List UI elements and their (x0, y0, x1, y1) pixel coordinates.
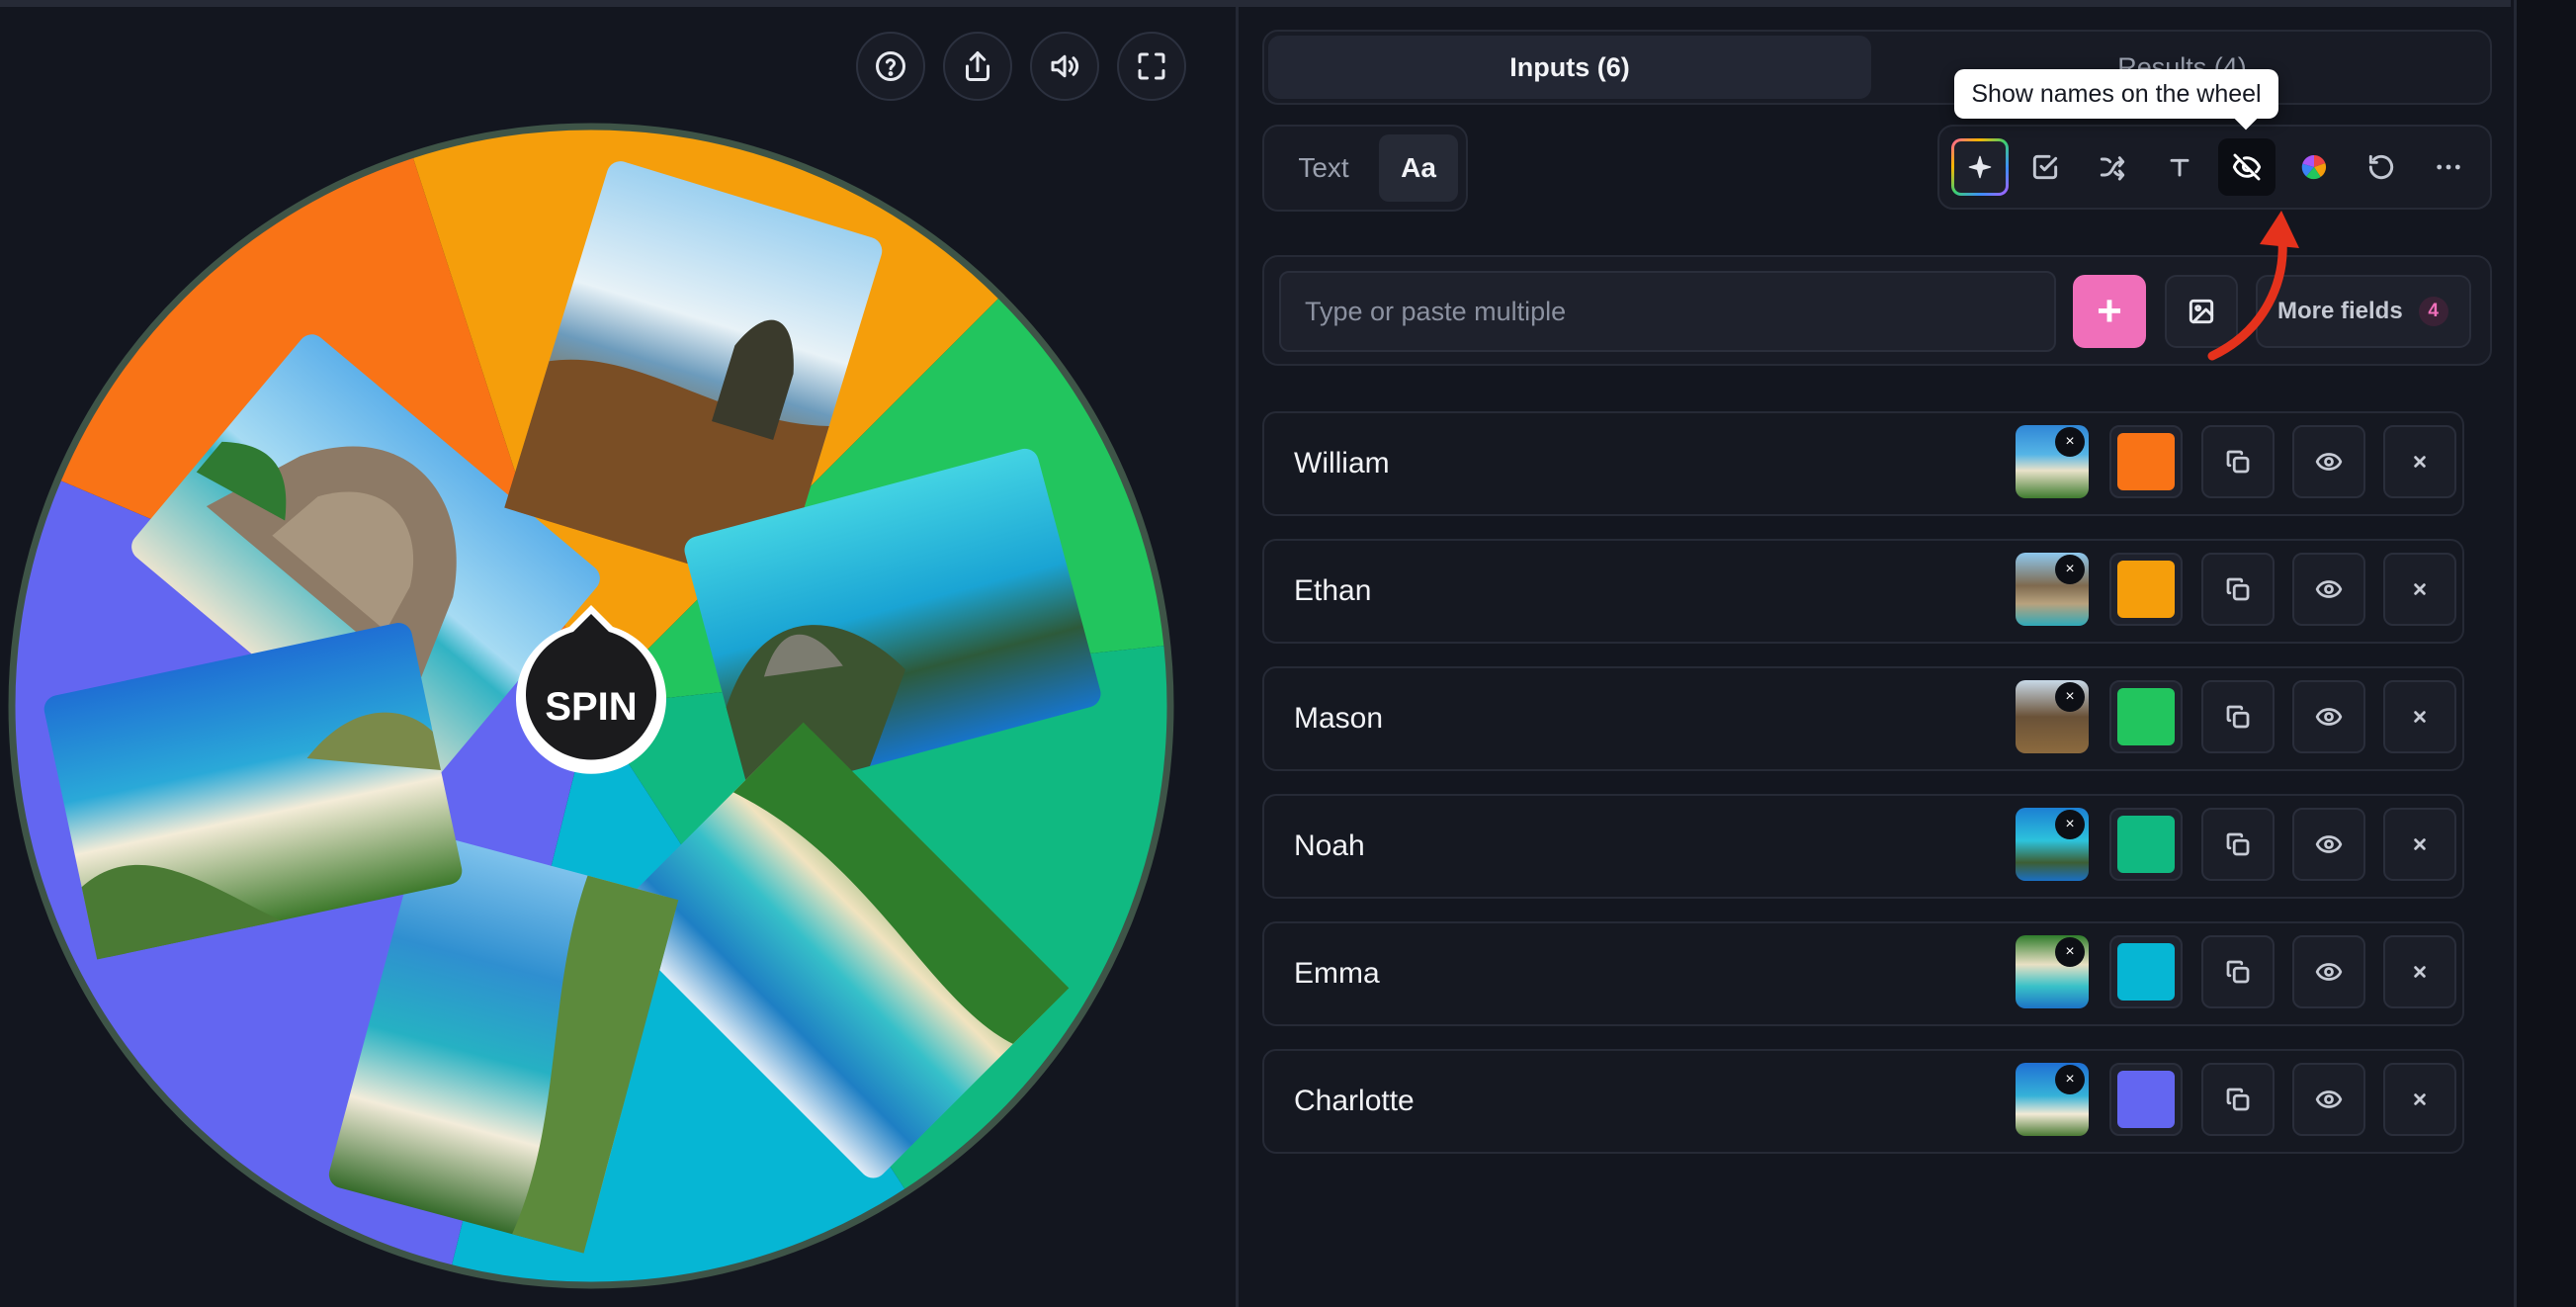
annotation-arrow (2207, 211, 2299, 361)
entry-name[interactable]: Noah (1294, 796, 1365, 897)
help-button[interactable] (856, 32, 925, 101)
add-button[interactable]: + (2073, 275, 2146, 348)
entry-color-swatch[interactable] (2109, 935, 2183, 1008)
entry-row: Ethan × (1262, 539, 2464, 644)
eye-icon (2315, 580, 2343, 598)
entry-name[interactable]: Emma (1294, 923, 1380, 1024)
close-icon (2414, 966, 2426, 978)
toggle-names-button[interactable] (2218, 138, 2275, 196)
remove-image-button[interactable]: × (2055, 1065, 2085, 1094)
entry-name[interactable]: Ethan (1294, 541, 1371, 642)
toggle-visibility-button[interactable] (2292, 425, 2365, 498)
fullscreen-button[interactable] (1117, 32, 1186, 101)
entry-color-swatch[interactable] (2109, 425, 2183, 498)
eye-icon (2315, 1090, 2343, 1108)
close-icon (2414, 838, 2426, 850)
entry-row: William × (1262, 411, 2464, 516)
tooltip: Show names on the wheel (1954, 69, 2278, 119)
toggle-visibility-button[interactable] (2292, 553, 2365, 626)
entry-name[interactable]: Charlotte (1294, 1051, 1415, 1152)
sound-button[interactable] (1030, 32, 1099, 101)
delete-entry-button[interactable] (2383, 935, 2456, 1008)
entry-input[interactable] (1279, 271, 2056, 352)
duplicate-button[interactable] (2201, 935, 2275, 1008)
share-icon (966, 51, 989, 81)
text-icon (2170, 158, 2190, 177)
text-mode-text[interactable]: Text (1275, 134, 1372, 202)
text-style-button[interactable] (2151, 138, 2208, 196)
close-icon (2414, 583, 2426, 595)
duplicate-button[interactable] (2201, 553, 2275, 626)
entry-row: Charlotte × (1262, 1049, 2464, 1154)
fullscreen-icon (1138, 52, 1165, 80)
delete-entry-button[interactable] (2383, 1063, 2456, 1136)
remove-image-button[interactable]: × (2055, 427, 2085, 457)
eye-off-icon (2232, 153, 2262, 181)
share-button[interactable] (943, 32, 1012, 101)
remove-image-button[interactable]: × (2055, 810, 2085, 839)
entry-name[interactable]: William (1294, 413, 1390, 514)
panel-divider (1236, 7, 1239, 1307)
delete-entry-button[interactable] (2383, 553, 2456, 626)
spin-label: SPIN (545, 685, 637, 729)
checkbox-icon (2032, 154, 2058, 180)
close-icon (2414, 1093, 2426, 1105)
eye-icon (2315, 835, 2343, 853)
remove-image-button[interactable]: × (2055, 937, 2085, 967)
entry-color-swatch[interactable] (2109, 553, 2183, 626)
top-border (0, 0, 2511, 7)
remove-image-button[interactable]: × (2055, 555, 2085, 584)
entry-name[interactable]: Mason (1294, 668, 1383, 769)
remove-image-button[interactable]: × (2055, 682, 2085, 712)
magic-icon (1968, 155, 1992, 179)
more-fields-count-badge: 4 (2418, 297, 2448, 326)
duplicate-button[interactable] (2201, 680, 2275, 753)
copy-icon (2226, 1088, 2250, 1111)
volume-icon (1051, 54, 1079, 78)
entry-row: Mason × (1262, 666, 2464, 771)
duplicate-button[interactable] (2201, 1063, 2275, 1136)
toggle-visibility-button[interactable] (2292, 935, 2365, 1008)
more-options-button[interactable] (2420, 138, 2477, 196)
shuffle-button[interactable] (2084, 138, 2141, 196)
copy-icon (2226, 960, 2250, 984)
delete-entry-button[interactable] (2383, 808, 2456, 881)
copy-icon (2226, 450, 2250, 474)
entry-color-swatch[interactable] (2109, 680, 2183, 753)
shuffle-icon (2100, 156, 2125, 181)
reset-icon (2368, 154, 2394, 180)
toggle-visibility-button[interactable] (2292, 1063, 2365, 1136)
delete-entry-button[interactable] (2383, 680, 2456, 753)
help-icon (876, 51, 905, 81)
tab-inputs[interactable]: Inputs (6) (1268, 36, 1871, 99)
eye-icon (2315, 708, 2343, 726)
copy-icon (2226, 577, 2250, 601)
toggle-visibility-button[interactable] (2292, 680, 2365, 753)
spin-wheel[interactable]: SPIN (8, 123, 1174, 1289)
reset-button[interactable] (2353, 138, 2410, 196)
color-theme-button[interactable] (2285, 138, 2343, 196)
more-icon (2437, 164, 2460, 170)
text-mode-aa[interactable]: Aa (1379, 134, 1458, 202)
copy-icon (2226, 705, 2250, 729)
magic-button[interactable] (1951, 138, 2009, 196)
entry-row: Noah × (1262, 794, 2464, 899)
delete-entry-button[interactable] (2383, 425, 2456, 498)
color-wheel-icon (2301, 154, 2327, 180)
eye-icon (2315, 963, 2343, 981)
duplicate-button[interactable] (2201, 808, 2275, 881)
eye-icon (2315, 453, 2343, 471)
toggle-visibility-button[interactable] (2292, 808, 2365, 881)
duplicate-button[interactable] (2201, 425, 2275, 498)
close-icon (2414, 711, 2426, 723)
entry-color-swatch[interactable] (2109, 808, 2183, 881)
page-margin (2517, 0, 2576, 1307)
entry-color-swatch[interactable] (2109, 1063, 2183, 1136)
close-icon (2414, 456, 2426, 468)
entry-row: Emma × (1262, 921, 2464, 1026)
copy-icon (2226, 832, 2250, 856)
checkbox-button[interactable] (2017, 138, 2074, 196)
